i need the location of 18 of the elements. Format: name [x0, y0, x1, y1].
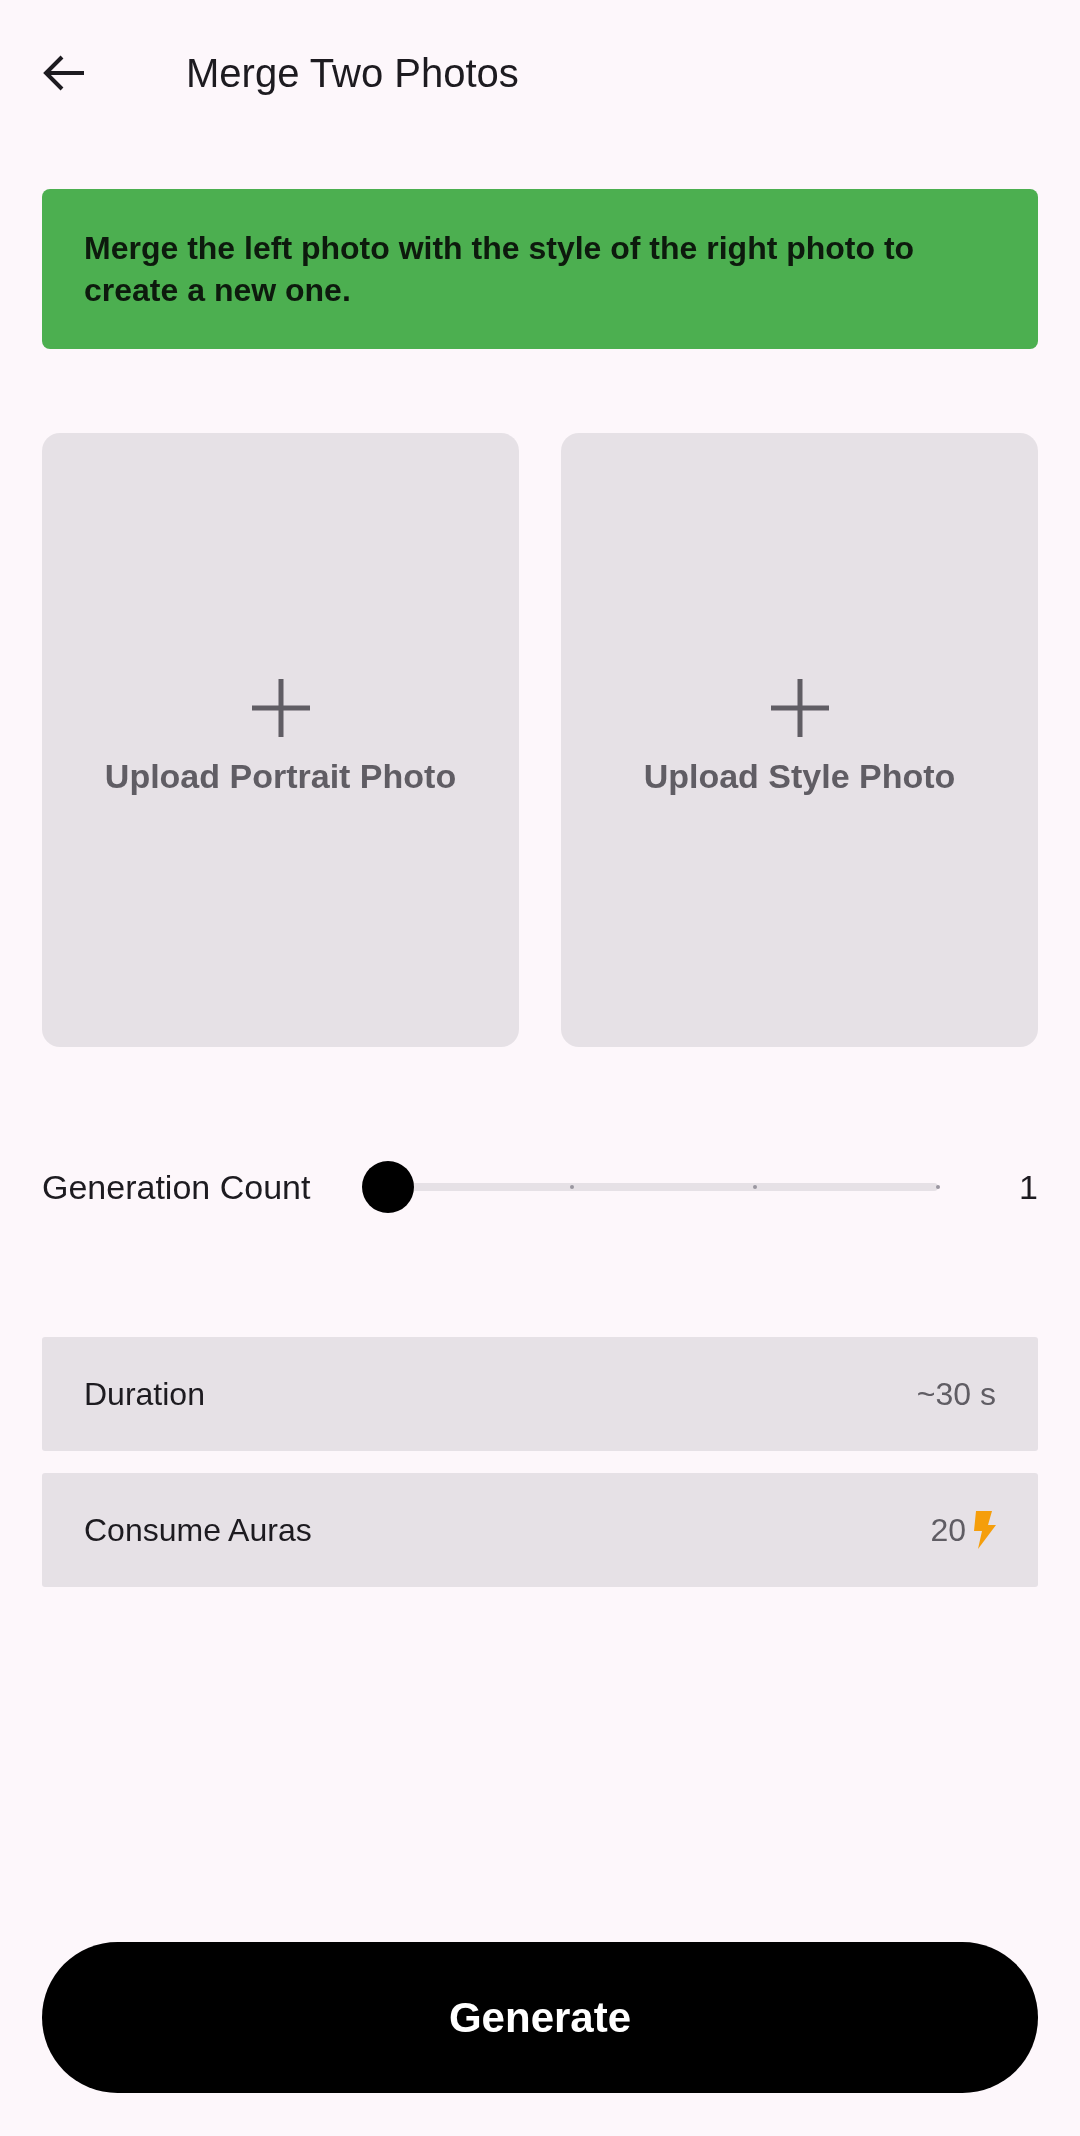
lightning-icon: [972, 1511, 996, 1549]
upload-label: Upload Style Photo: [643, 755, 956, 797]
slider-value: 1: [1019, 1166, 1038, 1208]
plus-icon: [770, 678, 829, 737]
info-value: 20: [930, 1511, 966, 1550]
screen-title: Merge Two Photos: [186, 50, 519, 97]
upload-tile[interactable]: Upload Style Photo: [561, 433, 1038, 1047]
plus-icon: [251, 678, 310, 737]
slider-label: Generation Count: [42, 1166, 311, 1208]
info-label: Duration: [84, 1375, 205, 1414]
info-value: ~30 s: [916, 1375, 996, 1414]
info-banner: Merge the left photo with the style of the right photo to create a new one.: [42, 189, 1038, 349]
info-label: Consume Auras: [84, 1511, 312, 1550]
slider-thumb[interactable]: [362, 1161, 415, 1213]
upload-label: Upload Portrait Photo: [104, 755, 457, 797]
generate-button[interactable]: Generate: [42, 1942, 1038, 2093]
upload-tile[interactable]: Upload Portrait Photo: [42, 433, 519, 1047]
back-arrow-icon[interactable]: [42, 55, 86, 91]
